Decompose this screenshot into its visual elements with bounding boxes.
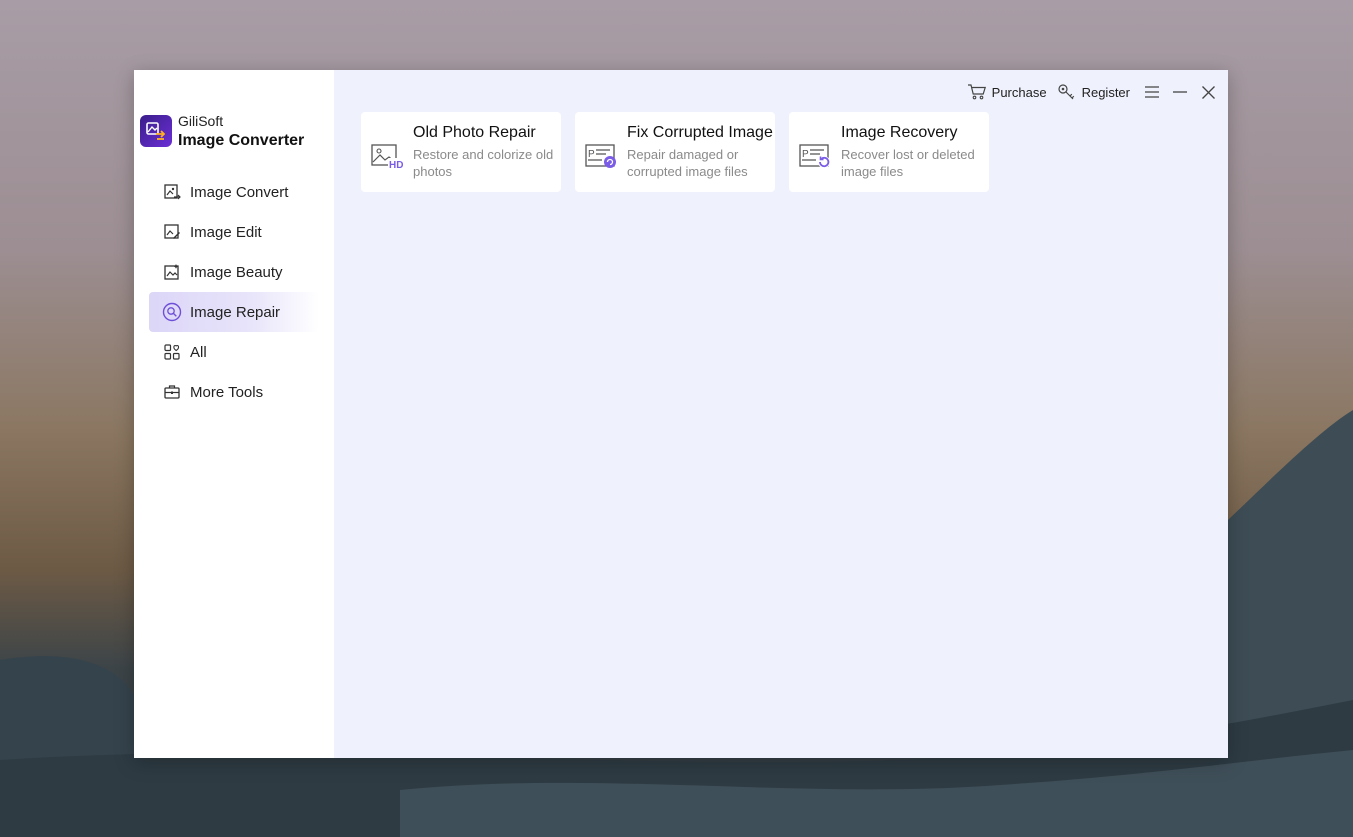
image-edit-icon xyxy=(162,222,182,242)
sidebar-item-label: All xyxy=(190,343,207,361)
sidebar-item-label: More Tools xyxy=(190,383,264,401)
title-bar: Purchase Register xyxy=(957,82,1216,102)
fix-image-icon: P xyxy=(585,140,619,174)
card-title: Fix Corrupted Image xyxy=(627,124,773,141)
toolbox-icon xyxy=(162,382,182,402)
sidebar-item-label: Image Convert xyxy=(190,183,289,201)
sidebar-nav: Image Convert Image Edit Image Beauty Im… xyxy=(149,172,319,412)
all-grid-icon xyxy=(162,342,182,362)
app-logo: GiliSoft Image Converter xyxy=(140,112,304,150)
svg-text:HD: HD xyxy=(389,160,403,171)
card-image-recovery[interactable]: P Image Recovery Recover lost or deleted… xyxy=(789,112,989,192)
menu-icon[interactable] xyxy=(1144,84,1160,100)
image-repair-icon xyxy=(162,302,182,322)
card-title: Image Recovery xyxy=(841,124,958,141)
svg-text:P: P xyxy=(802,149,809,160)
sidebar-item-image-repair[interactable]: Image Repair xyxy=(149,292,319,332)
purchase-button[interactable]: Purchase xyxy=(967,83,1047,101)
close-icon[interactable] xyxy=(1200,84,1216,100)
app-window: GiliSoft Image Converter Image Convert I… xyxy=(134,70,1228,758)
sidebar-item-label: Image Beauty xyxy=(190,263,283,281)
sidebar-item-label: Image Edit xyxy=(190,223,262,241)
sidebar: GiliSoft Image Converter Image Convert I… xyxy=(134,70,334,758)
sidebar-item-all[interactable]: All xyxy=(149,332,319,372)
minimize-icon[interactable] xyxy=(1172,84,1188,100)
image-beauty-icon xyxy=(162,262,182,282)
key-icon xyxy=(1057,84,1074,100)
register-button[interactable]: Register xyxy=(1057,83,1130,101)
main-panel: Purchase Register HD Old Photo Repair Re… xyxy=(334,70,1228,758)
sidebar-item-image-beauty[interactable]: Image Beauty xyxy=(149,252,319,292)
sidebar-item-image-edit[interactable]: Image Edit xyxy=(149,212,319,252)
card-fix-corrupted-image[interactable]: P Fix Corrupted Image Repair damaged or … xyxy=(575,112,775,192)
register-label: Register xyxy=(1081,84,1130,100)
sidebar-item-image-convert[interactable]: Image Convert xyxy=(149,172,319,212)
card-description: Restore and colorize old photos xyxy=(413,147,554,179)
sidebar-item-more-tools[interactable]: More Tools xyxy=(149,372,319,412)
image-convert-icon xyxy=(162,182,182,202)
product-name: Image Converter xyxy=(178,132,305,149)
hd-photo-icon: HD xyxy=(371,140,405,174)
sidebar-item-label: Image Repair xyxy=(190,303,281,321)
app-logo-icon xyxy=(140,115,172,147)
card-title: Old Photo Repair xyxy=(413,124,536,141)
cart-icon xyxy=(967,84,986,100)
purchase-label: Purchase xyxy=(991,84,1047,100)
card-description: Repair damaged or corrupted image files xyxy=(627,147,748,179)
card-description: Recover lost or deleted image files xyxy=(841,147,975,179)
brand-name: GiliSoft xyxy=(178,113,224,129)
card-old-photo-repair[interactable]: HD Old Photo Repair Restore and colorize… xyxy=(361,112,561,192)
svg-text:P: P xyxy=(588,149,595,160)
tool-cards: HD Old Photo Repair Restore and colorize… xyxy=(361,112,1003,192)
recover-image-icon: P xyxy=(799,140,833,174)
